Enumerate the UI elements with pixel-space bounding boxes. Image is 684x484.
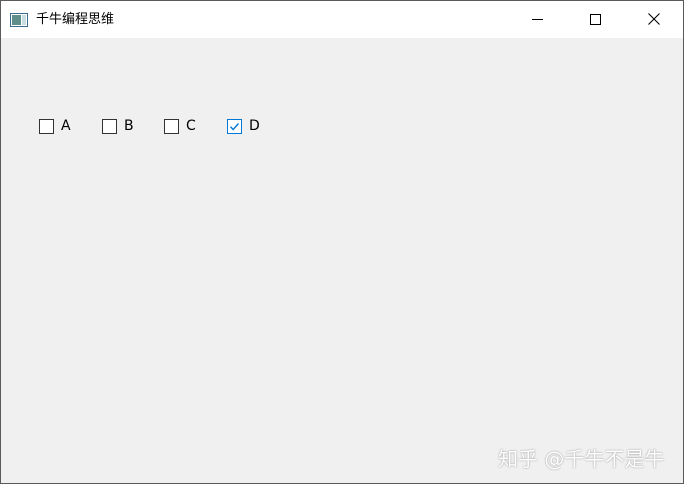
minimize-button[interactable] [508, 1, 566, 38]
checkbox-c-label[interactable]: C [186, 118, 196, 135]
checkbox-a-box[interactable] [39, 119, 54, 134]
checkbox-d-label[interactable]: D [249, 118, 260, 135]
watermark: 知乎 @千牛不是牛 [498, 447, 665, 471]
maximize-button[interactable] [566, 1, 624, 38]
checkbox-a-label[interactable]: A [61, 118, 71, 135]
checkbox-d[interactable]: D [227, 118, 260, 135]
checkbox-d-box[interactable] [227, 119, 242, 134]
checkbox-c-box[interactable] [164, 119, 179, 134]
client-area: A B C D 知乎 @千牛不是牛 [1, 38, 683, 483]
maximize-icon [589, 10, 601, 29]
checkbox-a[interactable]: A [39, 118, 71, 135]
title-bar[interactable]: 千牛编程思维 [1, 1, 683, 38]
checkbox-b[interactable]: B [102, 118, 134, 135]
minimize-icon [531, 10, 543, 29]
checkmark-icon [230, 123, 240, 131]
close-button[interactable] [625, 1, 683, 38]
checkbox-c[interactable]: C [164, 118, 196, 135]
checkbox-b-box[interactable] [102, 119, 117, 134]
window-app-icon [10, 12, 28, 27]
window-title: 千牛编程思维 [36, 12, 115, 27]
app-window: 千牛编程思维 A B C D 知乎 @千牛不是牛 [0, 0, 684, 484]
close-icon [648, 10, 660, 29]
checkbox-b-label[interactable]: B [124, 118, 134, 135]
